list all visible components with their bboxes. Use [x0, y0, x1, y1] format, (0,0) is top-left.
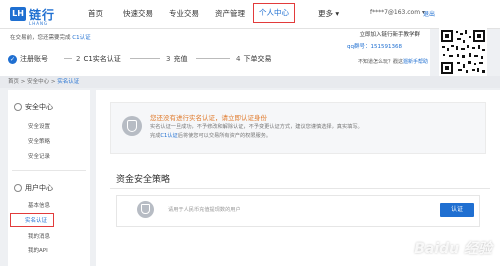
nav-more[interactable]: 更多 ▾ — [318, 7, 339, 21]
nav-personal-center[interactable]: 个人中心 — [253, 3, 295, 23]
nav-quick-trade[interactable]: 快速交易 — [123, 7, 153, 21]
sidebar-header-user[interactable]: 用户中心 — [14, 183, 53, 193]
qq-group-number: qq群号：151591368 — [347, 44, 402, 50]
step-label: 充值 — [173, 55, 188, 63]
sidebar-item-basic-info[interactable]: 基本信息 — [28, 201, 50, 209]
notice-c1-link[interactable]: C1认证 — [72, 35, 90, 41]
warning-text-suffix: 后将使您可以交易所有资产的权限服务。 — [177, 133, 272, 139]
sidebar-header-label: 安全中心 — [25, 103, 53, 111]
sidebar-item-messages[interactable]: 我的消息 — [28, 232, 50, 240]
notice-text: 在交易前，您还需要完成 — [10, 35, 71, 41]
shield-icon — [122, 116, 142, 136]
step-label: 注册账号 — [20, 55, 48, 63]
step-trade: 4 下单交易 — [236, 54, 271, 64]
section-divider — [110, 188, 490, 189]
qr-code-image — [439, 28, 487, 76]
sidebar-item-api[interactable]: 我的API — [28, 246, 48, 254]
help-hint: 不知道怎么玩？戳这遛新手帮助 — [358, 58, 428, 65]
join-group-text: 立即加入链行新手教学群 — [359, 32, 420, 38]
step-deposit: 3 充值 — [166, 54, 187, 64]
sidebar-item-security-settings[interactable]: 安全设置 — [28, 122, 50, 130]
nav-home[interactable]: 首页 — [88, 7, 103, 21]
baidu-watermark: Baidu 经验 — [414, 241, 492, 257]
step-label: 下单交易 — [243, 55, 272, 63]
sidebar-header-security[interactable]: 安全中心 — [14, 102, 53, 112]
breadcrumb: 首页 > 安全中心 > 实名认证 — [8, 77, 79, 85]
verification-notice: 在交易前，您还需要完成 C1认证 — [10, 33, 91, 41]
sidebar-header-label: 用户中心 — [25, 184, 53, 192]
sidebar-item-label: 实名认证 — [25, 218, 48, 224]
c1-verification-description: 请用于人民币充值提现数的用户 — [168, 207, 241, 213]
step-number: 4 — [236, 55, 241, 63]
sidebar-item-security-policy[interactable]: 安全策略 — [28, 137, 50, 145]
breadcrumb-current: 实名认证 — [57, 79, 80, 85]
step-number: 3 — [166, 55, 171, 63]
nav-pro-trade[interactable]: 专业交易 — [169, 7, 199, 21]
warning-text: 实名认证一旦成功，不予修改和解除认证，不予变更认证方式，建议您谨慎选择，真实填写… — [150, 124, 363, 130]
sidebar-item-security-log[interactable]: 安全记录 — [28, 152, 50, 160]
step-connector — [64, 58, 72, 59]
shield-icon — [137, 201, 154, 218]
warning-text-2: 完成C1认证后将使您可以交易所有资产的权限服务。 — [150, 132, 271, 139]
nav-asset-management[interactable]: 资产管理 — [215, 7, 245, 21]
warning-title: 您还没有进行实名认证，请立即认证身份 — [150, 114, 267, 122]
sidebar-item-verification[interactable]: 实名认证 — [10, 213, 54, 227]
user-account-menu[interactable]: f****7@163.com ▾ — [370, 9, 425, 16]
step-connector — [196, 58, 230, 59]
help-link[interactable]: 遛新手帮助 — [403, 59, 428, 65]
shield-icon — [14, 103, 22, 111]
logout-link[interactable]: 退出 — [423, 9, 435, 18]
step-number: 2 — [76, 55, 81, 63]
logo-sub: LHANG — [29, 21, 49, 26]
step-c1-verification: 2 C1实名认证 — [76, 54, 121, 64]
breadcrumb-separator: > — [50, 79, 56, 85]
breadcrumb-home[interactable]: 首页 — [8, 79, 19, 85]
warning-text-prefix: 完成 — [150, 133, 161, 139]
user-icon — [14, 184, 22, 192]
check-icon: ✓ — [8, 54, 17, 64]
verify-button[interactable]: 认证 — [440, 203, 474, 217]
step-register: ✓ 注册账号 — [8, 54, 48, 64]
step-label: C1实名认证 — [83, 55, 121, 63]
sidebar-divider — [12, 170, 86, 171]
step-connector — [130, 58, 160, 59]
logo[interactable]: LH 链行 LHANG — [10, 6, 56, 26]
c1-verification-link[interactable]: C1认证 — [160, 133, 177, 139]
help-hint-text: 不知道怎么玩？戳这 — [357, 59, 403, 65]
breadcrumb-separator: > — [20, 79, 26, 85]
section-title: 资金安全策略 — [116, 175, 171, 185]
logo-text: 链行 — [29, 7, 56, 22]
breadcrumb-security[interactable]: 安全中心 — [27, 79, 49, 85]
logo-mark-icon: LH — [10, 7, 26, 21]
